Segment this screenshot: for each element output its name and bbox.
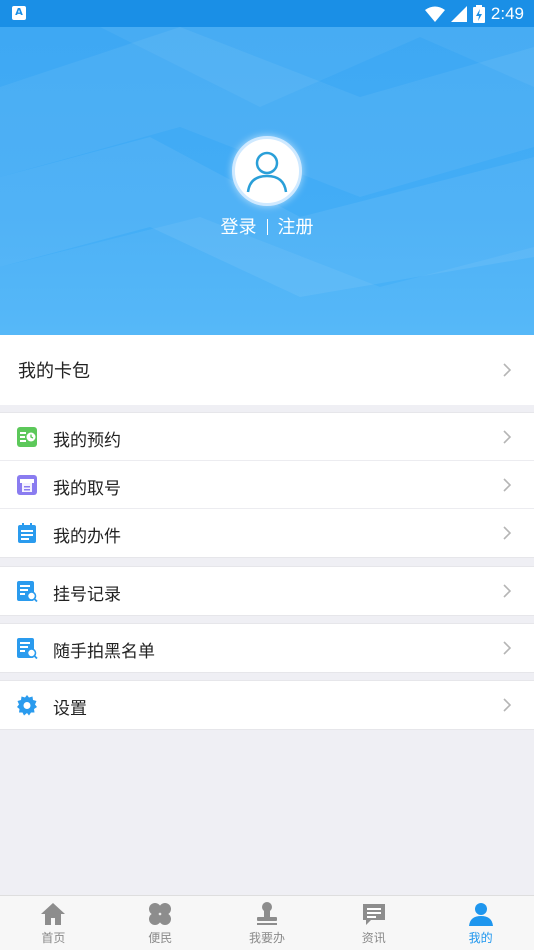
clock: 2:49 xyxy=(490,4,524,23)
menu-item-label: 我的办件 xyxy=(53,527,121,547)
clover-icon xyxy=(149,903,172,925)
status-bar: A 2:49 xyxy=(0,0,534,27)
user-icon xyxy=(246,151,288,193)
menu-item-registration-records[interactable]: 挂号记录 xyxy=(0,567,534,615)
register-link[interactable]: 注册 xyxy=(278,217,314,238)
menu-item-appointment[interactable]: 我的预约 xyxy=(0,413,534,461)
tab-services[interactable]: 便民 xyxy=(107,896,214,950)
tab-mine[interactable]: 我的 xyxy=(427,896,534,950)
chevron-right-icon xyxy=(503,641,512,655)
profile-header: 登录 注册 xyxy=(0,27,534,335)
chevron-right-icon xyxy=(503,526,512,540)
bottom-tab-bar: 首页 便民 我要办 资讯 我的 xyxy=(0,895,534,950)
card-wallet-label: 我的卡包 xyxy=(18,361,90,382)
tab-label: 资讯 xyxy=(361,931,386,945)
menu-item-settings[interactable]: 设置 xyxy=(0,681,534,729)
gear-icon xyxy=(17,695,37,716)
appointment-icon xyxy=(17,427,37,447)
notification-icon: A xyxy=(12,6,26,20)
wifi-icon xyxy=(424,6,445,22)
tab-label: 便民 xyxy=(148,931,173,945)
divider xyxy=(266,219,268,235)
tab-home[interactable]: 首页 xyxy=(0,896,107,950)
tab-todo[interactable]: 我要办 xyxy=(214,896,321,950)
login-link[interactable]: 登录 xyxy=(221,217,257,238)
card-wallet-row[interactable]: 我的卡包 xyxy=(0,335,534,405)
message-icon xyxy=(362,904,385,925)
menu-group-registration: 挂号记录 xyxy=(0,566,534,616)
menu-item-label: 挂号记录 xyxy=(53,585,121,605)
menu-group-settings: 设置 xyxy=(0,680,534,730)
battery-icon xyxy=(472,5,485,23)
menu-item-label: 随手拍黑名单 xyxy=(53,642,155,662)
menu-item-photo-blacklist[interactable]: 随手拍黑名单 xyxy=(0,624,534,672)
menu-item-my-cases[interactable]: 我的办件 xyxy=(0,509,534,557)
menu-item-ticket[interactable]: 我的取号 xyxy=(0,461,534,509)
chevron-right-icon xyxy=(503,363,512,377)
menu-item-label: 设置 xyxy=(53,699,87,719)
menu-item-label: 我的取号 xyxy=(53,479,121,499)
chevron-right-icon xyxy=(503,430,512,444)
document-search-icon xyxy=(17,581,38,602)
menu-item-label: 我的预约 xyxy=(53,431,121,451)
auth-links: 登录 注册 xyxy=(0,213,534,239)
tab-label: 首页 xyxy=(41,931,66,945)
tab-label: 我的 xyxy=(468,931,493,945)
chevron-right-icon xyxy=(503,698,512,712)
document-search-icon xyxy=(17,638,38,659)
chevron-right-icon xyxy=(503,584,512,598)
home-icon xyxy=(41,903,66,925)
ticket-icon xyxy=(17,475,37,495)
signal-icon xyxy=(450,6,467,22)
status-icons: 2:49 xyxy=(424,3,524,25)
tab-label: 我要办 xyxy=(248,931,285,945)
chevron-right-icon xyxy=(503,478,512,492)
menu-group-services: 我的预约 我的取号 我的办件 xyxy=(0,412,534,558)
person-icon xyxy=(468,903,493,926)
tab-news[interactable]: 资讯 xyxy=(320,896,427,950)
clipboard-icon xyxy=(18,523,36,543)
avatar[interactable] xyxy=(232,136,302,206)
menu-group-blacklist: 随手拍黑名单 xyxy=(0,623,534,673)
stamp-icon xyxy=(256,902,277,925)
